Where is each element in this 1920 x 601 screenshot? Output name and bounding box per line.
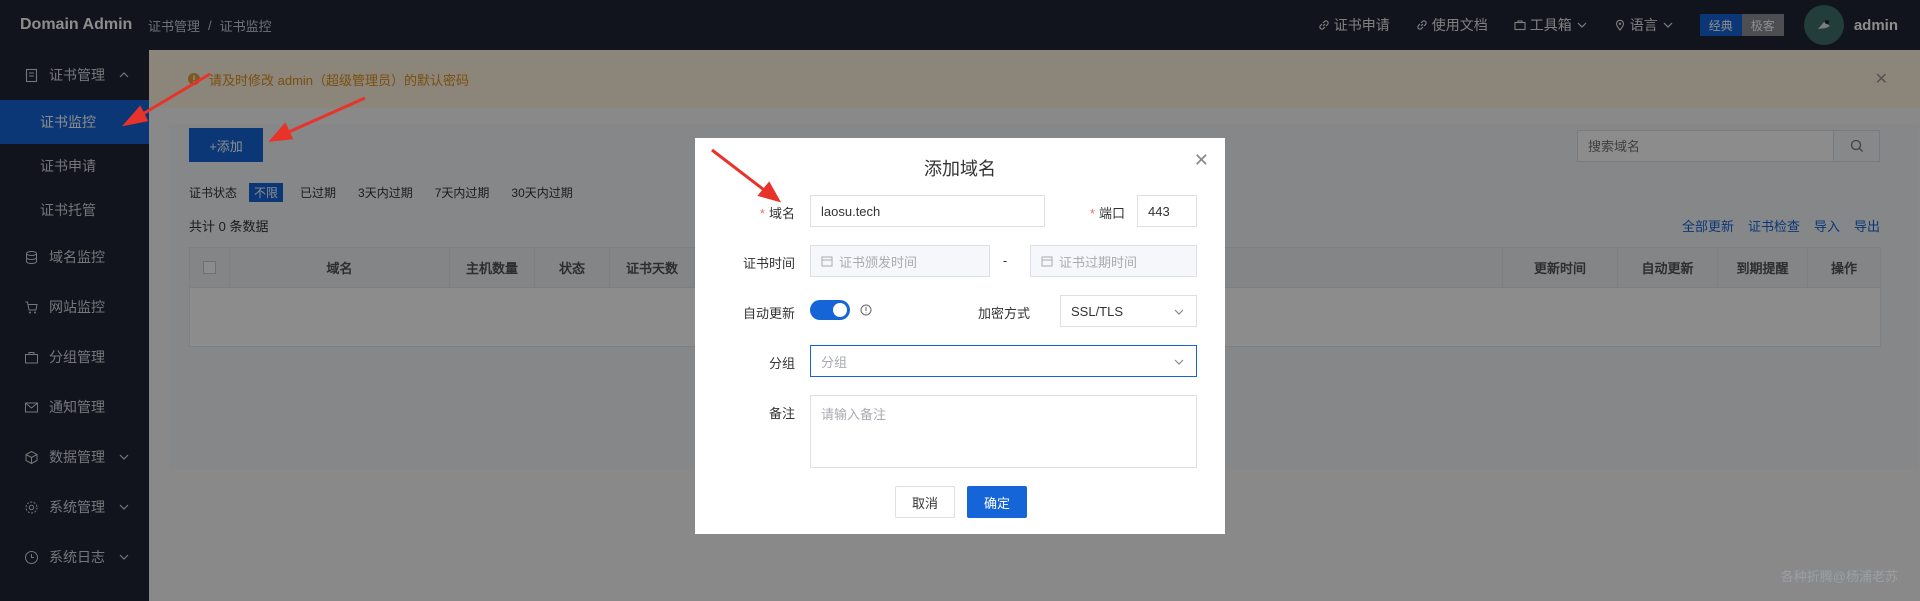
watermark: 各种折腾@杨浦老苏 <box>1780 569 1898 584</box>
arrow-to-domain-field <box>711 148 769 195</box>
arrowhead-domain-field <box>757 181 782 203</box>
arrowhead-cert-monitor <box>121 105 149 127</box>
arrow-to-cert-monitor <box>135 72 211 120</box>
arrow-to-add-button <box>281 96 366 137</box>
annotation-arrows <box>121 72 782 203</box>
arrowhead-add-button <box>268 122 294 142</box>
